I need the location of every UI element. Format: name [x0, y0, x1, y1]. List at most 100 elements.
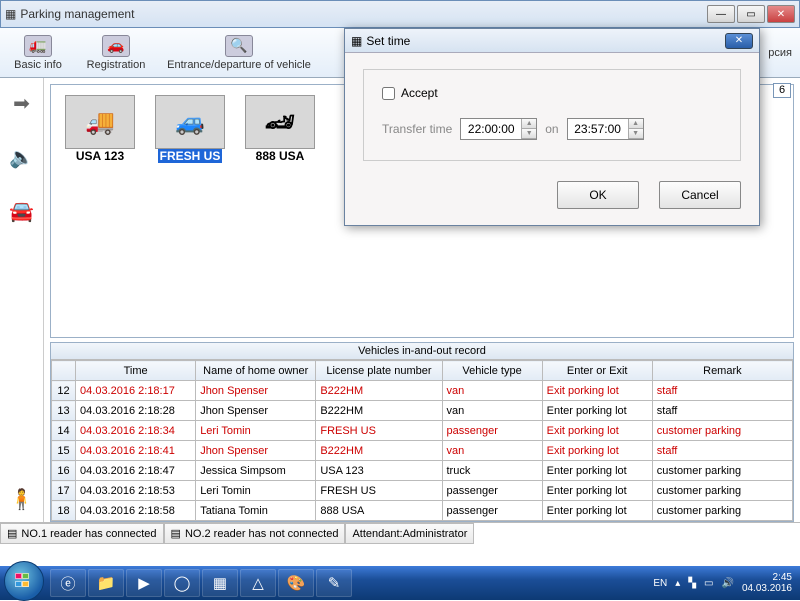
- table-row[interactable]: 1304.03.2016 2:18:28Jhon SpenserB222HMva…: [52, 401, 793, 421]
- toolbar-basic-info[interactable]: 🚛 Basic info: [8, 35, 68, 71]
- col-owner[interactable]: Name of home owner: [196, 361, 316, 381]
- cell-remark: staff: [652, 381, 792, 401]
- table-row[interactable]: 1504.03.2016 2:18:41Jhon SpenserB222HMva…: [52, 441, 793, 461]
- cell-remark: customer parking: [652, 481, 792, 501]
- taskbar-clock[interactable]: 2:45 04.03.2016: [742, 572, 792, 594]
- lang-indicator[interactable]: EN: [653, 578, 667, 589]
- spin-up-icon[interactable]: ▲: [629, 119, 643, 129]
- cell-owner: Jhon Spenser: [196, 441, 316, 461]
- col-type[interactable]: Vehicle type: [442, 361, 542, 381]
- flag-icon[interactable]: ▚: [688, 578, 696, 589]
- start-button[interactable]: [4, 561, 44, 601]
- spin-down-icon[interactable]: ▼: [629, 129, 643, 139]
- vehicle-plate-label: USA 123: [76, 149, 124, 163]
- status-text: Attendant:Administrator: [352, 528, 467, 540]
- cell-plate: FRESH US: [316, 481, 442, 501]
- spinner: ▲▼: [628, 119, 643, 139]
- table-header-row: Time Name of home owner License plate nu…: [52, 361, 793, 381]
- spin-down-icon[interactable]: ▼: [522, 129, 536, 139]
- time-to-input[interactable]: ▲▼: [567, 118, 644, 140]
- clock-date: 04.03.2016: [742, 583, 792, 594]
- vehicle-thumb[interactable]: 🏎888 USA: [245, 95, 315, 163]
- maximize-button[interactable]: ▭: [737, 5, 765, 23]
- arrow-right-icon[interactable]: ➡: [6, 90, 38, 116]
- person-icon[interactable]: 🧍: [6, 486, 38, 512]
- cell-remark: customer parking: [652, 501, 792, 521]
- vehicle-thumb[interactable]: 🚙FRESH US: [155, 95, 225, 163]
- col-remark[interactable]: Remark: [652, 361, 792, 381]
- toolbar-entrance[interactable]: 🔍 Entrance/departure of vehicle: [164, 35, 314, 71]
- page-indicator[interactable]: 6: [773, 83, 791, 98]
- time-from-input[interactable]: ▲▼: [460, 118, 537, 140]
- cell-plate: B222HM: [316, 441, 442, 461]
- time-from-field[interactable]: [461, 122, 521, 136]
- app-icon[interactable]: △: [240, 569, 276, 597]
- cell-enter: Enter porking lot: [542, 481, 652, 501]
- cell-remark: staff: [652, 441, 792, 461]
- car-icon: 🚗: [102, 35, 130, 57]
- system-tray: EN ▴ ▚ ▭ 🔊 2:45 04.03.2016: [653, 572, 796, 594]
- paint-icon[interactable]: 🎨: [278, 569, 314, 597]
- table-row[interactable]: 1704.03.2016 2:18:53Leri TominFRESH USpa…: [52, 481, 793, 501]
- app-icon[interactable]: ✎: [316, 569, 352, 597]
- action-icon[interactable]: ▭: [704, 578, 713, 589]
- table-row[interactable]: 1804.03.2016 2:18:58Tatiana Tomin888 USA…: [52, 501, 793, 521]
- speaker-icon[interactable]: 🔈: [6, 144, 38, 170]
- col-time[interactable]: Time: [76, 361, 196, 381]
- cell-plate: B222HM: [316, 381, 442, 401]
- ie-icon[interactable]: ⓔ: [50, 569, 86, 597]
- cell-plate: FRESH US: [316, 421, 442, 441]
- left-sidebar: ➡ 🔈 🚘 🧍: [0, 78, 44, 522]
- cell-enter: Enter porking lot: [542, 461, 652, 481]
- row-number: 18: [52, 501, 76, 521]
- media-icon[interactable]: ▶: [126, 569, 162, 597]
- dialog-fieldset: Accept Transfer time ▲▼ on ▲▼: [363, 69, 741, 161]
- row-number: 17: [52, 481, 76, 501]
- toolbar-registration[interactable]: 🚗 Registration: [86, 35, 146, 71]
- dialog-titlebar: ▦ Set time ✕: [345, 29, 759, 53]
- vehicle-plate-label: 888 USA: [256, 149, 305, 163]
- cell-enter: Exit porking lot: [542, 441, 652, 461]
- table-row[interactable]: 1204.03.2016 2:18:17Jhon SpenserB222HMva…: [52, 381, 793, 401]
- col-plate[interactable]: License plate number: [316, 361, 442, 381]
- ok-button[interactable]: OK: [557, 181, 639, 209]
- window-buttons: — ▭ ✕: [707, 5, 795, 23]
- dialog-title: Set time: [366, 34, 410, 48]
- cell-type: passenger: [442, 501, 542, 521]
- toolbar-rsia[interactable]: рсия: [768, 47, 792, 59]
- magnify-car-icon: 🔍: [225, 35, 253, 57]
- vehicle-thumb[interactable]: 🚚USA 123: [65, 95, 135, 163]
- cell-remark: staff: [652, 401, 792, 421]
- speaker-icon[interactable]: 🔊: [721, 578, 733, 589]
- cell-time: 04.03.2016 2:18:41: [76, 441, 196, 461]
- window-title: Parking management: [20, 7, 134, 21]
- accept-row: Accept: [382, 86, 722, 100]
- chrome-icon[interactable]: ◯: [164, 569, 200, 597]
- table-row[interactable]: 1404.03.2016 2:18:34Leri TominFRESH USpa…: [52, 421, 793, 441]
- vehicle-image: 🚙: [155, 95, 225, 149]
- car-side-icon[interactable]: 🚘: [6, 198, 38, 224]
- cell-owner: Leri Tomin: [196, 421, 316, 441]
- transfer-time-label: Transfer time: [382, 122, 452, 136]
- dialog-close-button[interactable]: ✕: [725, 33, 753, 49]
- cell-time: 04.03.2016 2:18:34: [76, 421, 196, 441]
- cell-enter: Enter porking lot: [542, 501, 652, 521]
- time-to-field[interactable]: [568, 122, 628, 136]
- table-row[interactable]: 1604.03.2016 2:18:47Jessica SimpsomUSA 1…: [52, 461, 793, 481]
- accept-checkbox[interactable]: [382, 87, 395, 100]
- explorer-icon[interactable]: 📁: [88, 569, 124, 597]
- window-title-wrap: ▦ Parking management: [5, 7, 134, 21]
- tray-up-icon[interactable]: ▴: [675, 578, 680, 589]
- vehicle-image: 🚚: [65, 95, 135, 149]
- col-enter[interactable]: Enter or Exit: [542, 361, 652, 381]
- clock-time: 2:45: [742, 572, 792, 583]
- cancel-button[interactable]: Cancel: [659, 181, 741, 209]
- spin-up-icon[interactable]: ▲: [522, 119, 536, 129]
- app-icon: ▦: [351, 34, 362, 48]
- minimize-button[interactable]: —: [707, 5, 735, 23]
- records-table-wrap: Vehicles in-and-out record Time Name of …: [50, 342, 794, 522]
- row-number: 13: [52, 401, 76, 421]
- windows-logo-icon: [15, 573, 33, 589]
- app-icon[interactable]: ▦: [202, 569, 238, 597]
- close-button[interactable]: ✕: [767, 5, 795, 23]
